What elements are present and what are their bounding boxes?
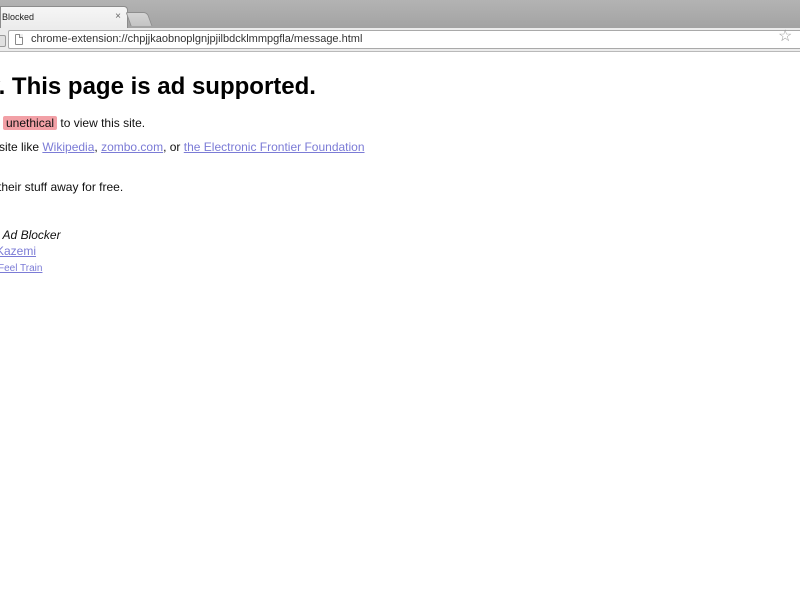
product-name: l Ad Blocker xyxy=(0,228,61,242)
eff-link[interactable]: the Electronic Frontier Foundation xyxy=(184,140,365,154)
page-icon xyxy=(15,34,23,45)
address-bar[interactable]: chrome-extension://chpjjkaobnoplgnjpjilb… xyxy=(8,30,800,49)
message-line-free: their stuff away for free. xyxy=(0,180,124,194)
author-link[interactable]: Kazemi xyxy=(0,244,36,258)
wikipedia-link[interactable]: Wikipedia xyxy=(42,140,94,154)
url-text[interactable]: chrome-extension://chpjjkaobnoplgnjpjilb… xyxy=(31,33,362,45)
feel-train-link[interactable]: Feel Train xyxy=(0,263,42,274)
page-headline: v. This page is ad supported. xyxy=(0,73,316,100)
zombo-link[interactable]: zombo.com xyxy=(101,140,163,154)
close-icon[interactable]: × xyxy=(115,11,121,23)
unethical-highlight: unethical xyxy=(3,116,58,130)
separator-or: , or xyxy=(163,140,184,154)
browser-toolbar: chrome-extension://chpjjkaobnoplgnjpjilb… xyxy=(0,28,800,52)
back-button[interactable] xyxy=(0,35,6,47)
message-line-unethical: unethical to view this site. xyxy=(3,116,145,130)
tab-blocked[interactable]: Blocked × xyxy=(0,6,128,28)
view-site-text: to view this site. xyxy=(57,116,146,130)
site-like-text: site like xyxy=(0,140,43,154)
star-icon[interactable]: ☆ xyxy=(778,27,792,47)
new-tab-icon[interactable] xyxy=(125,12,153,26)
page-content: v. This page is ad supported. unethical … xyxy=(0,53,800,600)
message-line-alternatives: site like Wikipedia, zombo.com, or the E… xyxy=(0,140,365,154)
tab-title: Blocked xyxy=(2,12,35,22)
tab-strip: Blocked × xyxy=(0,0,800,28)
